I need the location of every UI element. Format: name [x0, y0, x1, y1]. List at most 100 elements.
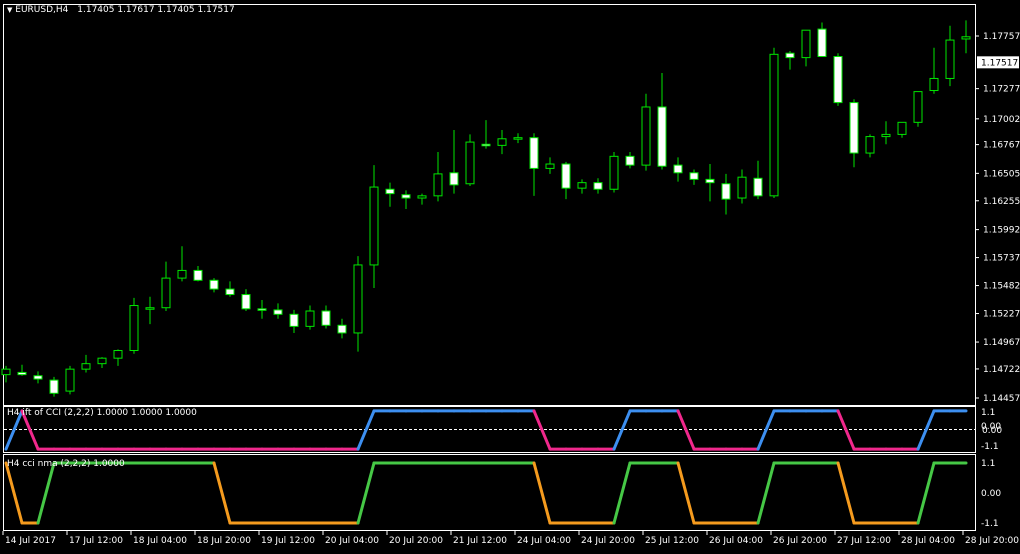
candle-body	[49, 379, 59, 394]
time-tick-label: 21 Jul 12:00	[453, 536, 507, 546]
cci-nma-segment	[612, 461, 632, 525]
candle-body	[881, 133, 891, 138]
main-panel-frame	[3, 4, 976, 406]
price-tick-label: 1.17002	[983, 115, 1020, 125]
candle-body	[833, 56, 843, 104]
cci-nma-segment	[212, 461, 232, 525]
price-tick-label: 1.14722	[983, 365, 1020, 375]
ind1-tick-overlap-b: 0.00	[982, 426, 1002, 436]
candle-body	[721, 183, 731, 200]
time-tick-label: 19 Jul 12:00	[261, 536, 315, 546]
candle-body	[529, 137, 539, 169]
indicator2-line-layer	[4, 461, 968, 525]
candle-body	[209, 279, 219, 290]
indicator1-label: H4 ift of CCI (2,2,2) 1.0000 1.0000 1.00…	[7, 408, 197, 418]
candle-body	[225, 288, 235, 296]
time-tick-label: 27 Jul 12:00	[837, 536, 891, 546]
candle-body	[769, 53, 779, 197]
candle-body	[1, 368, 11, 376]
candle-body	[81, 363, 91, 370]
candle-body	[449, 172, 459, 186]
cci-nma-segment	[756, 461, 776, 525]
cci-nma-segment	[532, 461, 552, 525]
candle-body	[737, 176, 747, 199]
candle-body	[65, 368, 75, 392]
time-tick-label: 28 Jul 20:00	[965, 536, 1019, 546]
time-tick-label: 18 Jul 20:00	[197, 536, 251, 546]
candles-layer	[1, 20, 971, 397]
candle-body	[289, 313, 299, 327]
cci-nma-segment	[356, 461, 376, 525]
price-tick-label: 1.14457	[983, 394, 1020, 404]
candle-body	[561, 163, 571, 189]
price-tick-label: 1.16767	[983, 141, 1020, 151]
dropdown-triangle-icon[interactable]: ▼	[7, 6, 12, 14]
cci-nma-segment	[836, 461, 856, 525]
chart-canvas[interactable]: 1.17757 1.17277 1.17002 1.16767 1.16505 1.162…	[0, 0, 1020, 551]
candle-body	[305, 310, 315, 327]
candle-body	[369, 186, 379, 266]
time-axis: 14 Jul 2017 17 Jul 12:00 18 Jul 04:00 18 Ju…	[2, 531, 1019, 546]
candle-body	[801, 29, 811, 59]
candle-body	[433, 173, 443, 197]
candle-body	[17, 371, 27, 376]
candle-body	[705, 178, 715, 184]
time-tick-label: 28 Jul 04:00	[901, 536, 955, 546]
cci-nma-segment	[676, 461, 696, 525]
cci-nma-segment	[916, 461, 936, 525]
candle-body	[865, 136, 875, 154]
candle-body	[849, 102, 859, 154]
candle-body	[241, 294, 251, 310]
price-tick-label: 1.16255	[983, 197, 1020, 207]
candle-body	[401, 194, 411, 199]
time-tick-label: 26 Jul 04:00	[709, 536, 763, 546]
candle-body	[193, 269, 203, 281]
ind1-tick-upper: 1.1	[981, 408, 995, 418]
symbol-label: EURUSD,H4	[15, 5, 69, 15]
candle-body	[497, 138, 507, 146]
time-tick-label: 18 Jul 04:00	[133, 536, 187, 546]
candle-body	[961, 36, 971, 40]
candle-body	[513, 137, 523, 140]
candle-body	[945, 39, 955, 79]
cci-nma-segment	[4, 461, 24, 525]
candle-body	[577, 182, 587, 189]
candle-body	[337, 324, 347, 334]
time-tick-label: 20 Jul 20:00	[389, 536, 443, 546]
candle-body	[593, 182, 603, 190]
time-tick-label: 26 Jul 20:00	[773, 536, 827, 546]
ind2-tick-lower: -1.1	[981, 519, 999, 529]
time-tick-label: 17 Jul 12:00	[69, 536, 123, 546]
candle-body	[161, 277, 171, 309]
candle-body	[673, 164, 683, 174]
time-tick-label: 24 Jul 04:00	[517, 536, 571, 546]
candle-body	[465, 141, 475, 185]
price-tick-label: 1.15227	[983, 310, 1020, 320]
candle-body	[321, 310, 331, 326]
ind2-tick-mid: 0.00	[981, 489, 1001, 499]
candle-body	[113, 350, 123, 359]
price-tick-label: 1.14967	[983, 338, 1020, 348]
ind1-tick-lower: -1.1	[981, 442, 999, 452]
current-price-label: 1.17517	[981, 58, 1018, 68]
symbol-header: ▼ EURUSD,H4 1.17405 1.17617 1.17405 1.17…	[7, 5, 235, 15]
indicator2-label: H4 cci nma (2,2,2) 1.0000	[7, 459, 125, 469]
candle-body	[33, 375, 43, 380]
price-tick-label: 1.15482	[983, 282, 1020, 292]
price-tick-label: 1.17757	[983, 32, 1020, 42]
candle-body	[689, 172, 699, 180]
chart-window[interactable]: 1.17757 1.17277 1.17002 1.16767 1.16505 1.162…	[0, 0, 1020, 551]
cci-nma-segment	[36, 461, 56, 525]
candle-body	[417, 195, 427, 199]
candle-body	[817, 28, 827, 58]
candle-body	[257, 308, 267, 311]
time-tick-label: 14 Jul 2017	[5, 536, 56, 546]
candle-body	[129, 305, 139, 352]
time-tick-label: 25 Jul 12:00	[645, 536, 699, 546]
price-tick-label: 1.15992	[983, 226, 1020, 236]
candle-body	[609, 155, 619, 190]
price-tick-label: 1.15737	[983, 254, 1020, 264]
candle-body	[177, 269, 187, 279]
candle-body	[481, 143, 491, 147]
candle-body	[97, 357, 107, 365]
